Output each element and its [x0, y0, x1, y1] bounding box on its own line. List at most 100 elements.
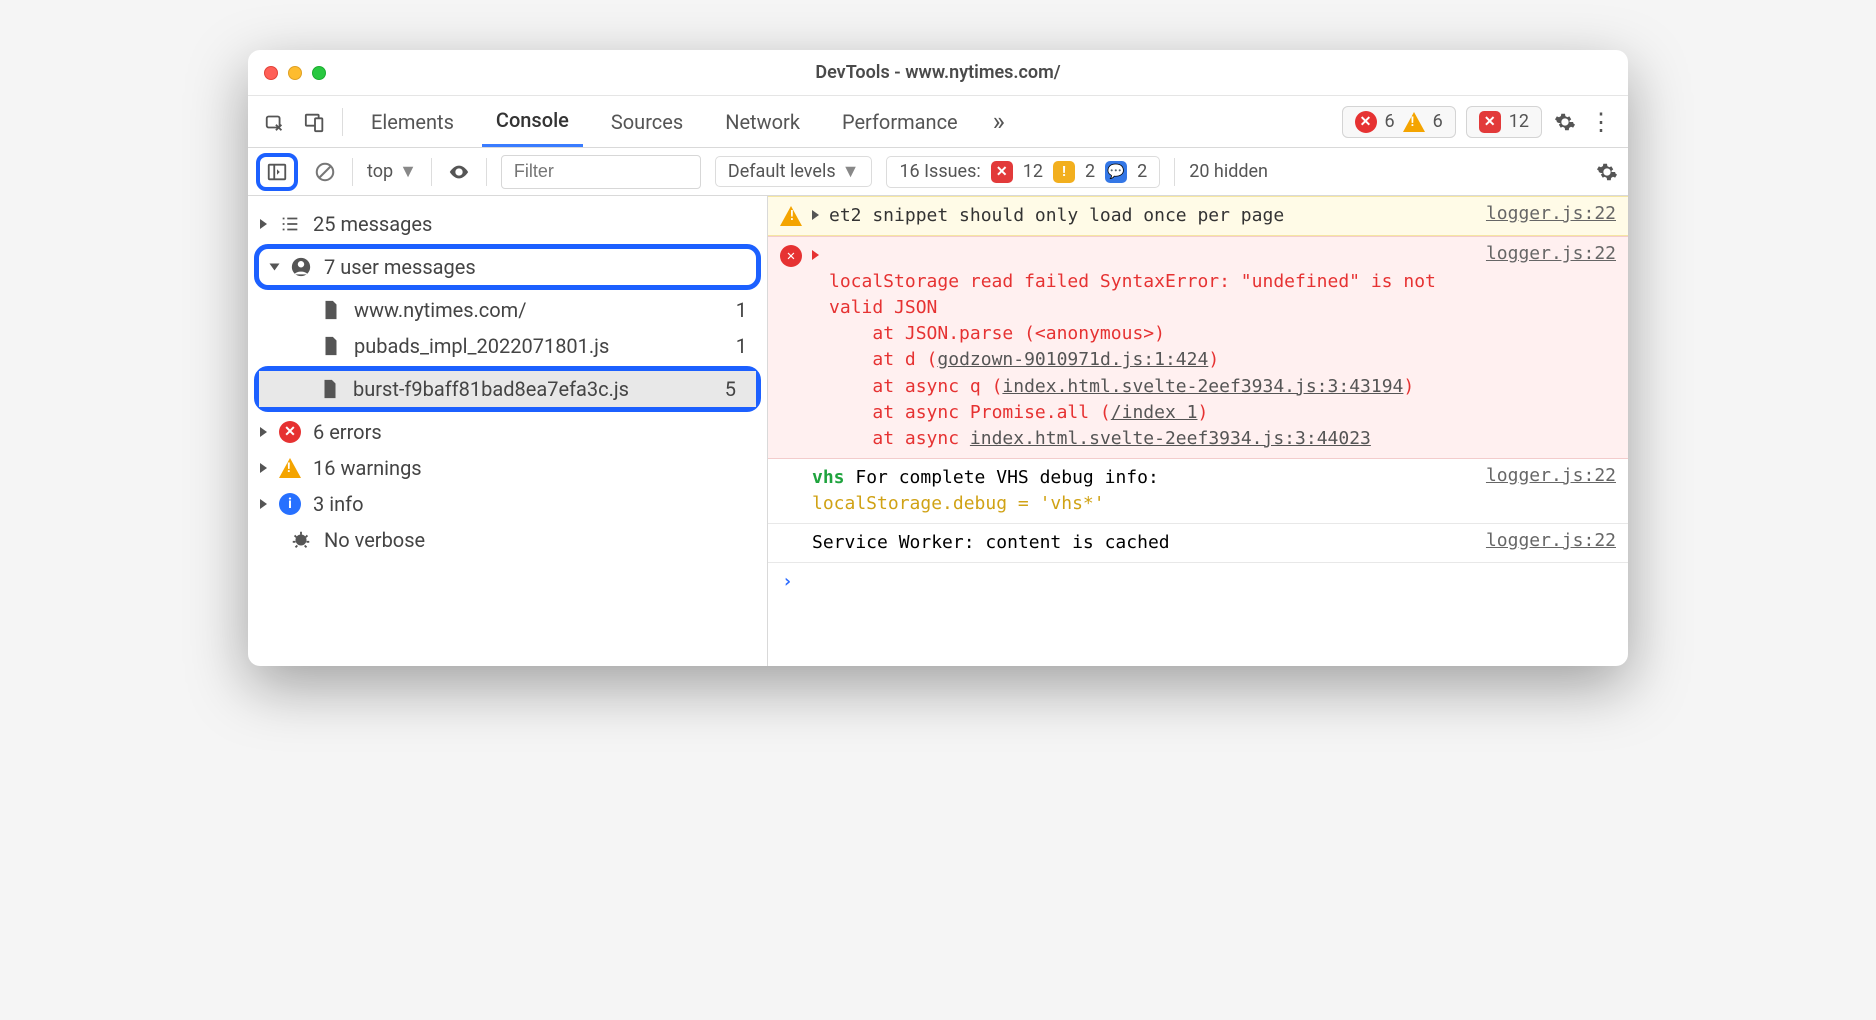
- panel-tabs: Elements Console Sources Network Perform…: [248, 96, 1628, 148]
- verbose-label: No verbose: [324, 528, 425, 552]
- sidebar-messages[interactable]: 25 messages: [248, 206, 767, 242]
- file-name: burst-f9baff81bad8ea7efa3c.js: [353, 377, 629, 401]
- warning-count: 6: [1433, 111, 1443, 132]
- console-content: 25 messages 7 user messages www.nytimes.…: [248, 196, 1628, 666]
- maximize-window-icon[interactable]: [312, 66, 326, 80]
- context-label: top: [367, 161, 393, 182]
- tab-sources[interactable]: Sources: [597, 96, 697, 147]
- file-name: www.nytimes.com/: [354, 298, 526, 322]
- warning-badge-icon: !: [1403, 112, 1425, 132]
- separator: [486, 158, 487, 186]
- stack-link[interactable]: index.html.svelte-2eef3934.js:3:43194: [1002, 376, 1403, 397]
- stack-link[interactable]: /index 1: [1111, 402, 1198, 423]
- log-source-link[interactable]: logger.js:22: [1486, 530, 1616, 551]
- clear-console-icon[interactable]: [312, 159, 338, 185]
- device-toolbar-icon[interactable]: [302, 109, 328, 135]
- expand-icon: [260, 499, 267, 509]
- console-sidebar: 25 messages 7 user messages www.nytimes.…: [248, 196, 768, 666]
- close-window-icon[interactable]: [264, 66, 278, 80]
- error-icon: ✕: [780, 245, 802, 267]
- sidebar-file-item[interactable]: www.nytimes.com/ 1: [248, 292, 767, 328]
- hidden-count[interactable]: 20 hidden: [1189, 161, 1268, 182]
- issues-summary[interactable]: 16 Issues: ✕ 12 ! 2 💬 2: [886, 156, 1160, 188]
- warning-icon: !: [780, 206, 802, 226]
- live-expression-icon[interactable]: [446, 159, 472, 185]
- messages-label: 25 messages: [313, 212, 432, 236]
- bug-icon: [290, 529, 312, 551]
- expand-icon: [270, 264, 280, 271]
- issues-warn-count: 2: [1085, 161, 1095, 182]
- tab-performance[interactable]: Performance: [828, 96, 972, 147]
- log-source-link[interactable]: logger.js:22: [1486, 203, 1616, 224]
- kebab-menu-icon[interactable]: ⋮: [1588, 109, 1614, 135]
- log-entry-info[interactable]: vhs For complete VHS debug info: localSt…: [768, 459, 1628, 524]
- error-badge-icon: ✕: [1355, 111, 1377, 133]
- separator: [1174, 158, 1175, 186]
- stack-link[interactable]: index.html.svelte-2eef3934.js:3:44023: [970, 428, 1371, 449]
- expand-icon: [812, 250, 819, 260]
- context-selector[interactable]: top ▼: [367, 161, 417, 182]
- log-levels-selector[interactable]: Default levels ▼: [715, 156, 873, 187]
- log-source-link[interactable]: logger.js:22: [1486, 243, 1616, 264]
- console-prompt[interactable]: ›: [768, 563, 1628, 600]
- log-source-link[interactable]: logger.js:22: [1486, 465, 1616, 486]
- separator: [352, 158, 353, 186]
- sidebar-file-item[interactable]: pubads_impl_2022071801.js 1: [248, 328, 767, 364]
- info-badge-icon: i: [279, 493, 301, 515]
- tab-network[interactable]: Network: [711, 96, 814, 147]
- sidebar-file-item[interactable]: burst-f9baff81bad8ea7efa3c.js 5: [259, 371, 756, 407]
- chevron-down-icon: ▼: [399, 161, 417, 182]
- file-name: pubads_impl_2022071801.js: [354, 334, 609, 358]
- sidebar-errors[interactable]: ✕ 6 errors: [248, 414, 767, 450]
- toggle-sidebar-highlight: [256, 153, 298, 191]
- error-warning-pill[interactable]: ✕ 6 ! 6: [1342, 106, 1456, 138]
- tab-elements[interactable]: Elements: [357, 96, 468, 147]
- separator: [431, 158, 432, 186]
- file-count: 1: [736, 334, 755, 358]
- stack-link[interactable]: godzown-9010971d.js:1:424: [937, 349, 1208, 370]
- errors-label: 6 errors: [313, 420, 382, 444]
- sidebar-verbose[interactable]: No verbose: [248, 522, 767, 558]
- minimize-window-icon[interactable]: [288, 66, 302, 80]
- filter-input[interactable]: [501, 155, 701, 189]
- user-messages-label[interactable]: 7 user messages: [324, 255, 476, 279]
- devtools-window: DevTools - www.nytimes.com/ Elements Con…: [248, 50, 1628, 666]
- sidebar-warnings[interactable]: ! 16 warnings: [248, 450, 767, 486]
- sidebar-user-messages-highlight: 7 user messages: [254, 244, 761, 290]
- log-entry-error[interactable]: ✕ localStorage read failed SyntaxError: …: [768, 236, 1628, 459]
- levels-label: Default levels: [728, 161, 836, 182]
- expand-icon: [260, 219, 267, 229]
- sidebar-file-highlight: burst-f9baff81bad8ea7efa3c.js 5: [254, 366, 761, 412]
- issues-info-count: 2: [1137, 161, 1147, 182]
- window-title: DevTools - www.nytimes.com/: [248, 62, 1628, 83]
- file-icon: [320, 335, 342, 357]
- console-toolbar: top ▼ Default levels ▼ 16 Issues: ✕ 12 !…: [248, 148, 1628, 196]
- expand-icon: [260, 427, 267, 437]
- file-count: 5: [725, 377, 744, 401]
- log-entry-info[interactable]: Service Worker: content is cached logger…: [768, 524, 1628, 563]
- separator: [342, 108, 343, 136]
- log-entry-warning[interactable]: ! et2 snippet should only load once per …: [768, 196, 1628, 236]
- titlebar: DevTools - www.nytimes.com/: [248, 50, 1628, 96]
- error-badge-icon: ✕: [279, 421, 301, 443]
- tab-console[interactable]: Console: [482, 96, 583, 147]
- file-count: 1: [736, 298, 755, 322]
- file-icon: [320, 299, 342, 321]
- console-settings-gear-icon[interactable]: [1594, 159, 1620, 185]
- more-tabs-icon[interactable]: »: [986, 109, 1012, 135]
- issues-info-icon: 💬: [1105, 161, 1127, 183]
- toggle-sidebar-icon[interactable]: [264, 159, 290, 185]
- warning-badge-icon: !: [279, 458, 301, 478]
- issues-pill[interactable]: ✕ 12: [1466, 106, 1542, 138]
- log-message: localStorage read failed SyntaxError: "u…: [829, 243, 1476, 452]
- issues-error-count: 12: [1023, 161, 1043, 182]
- chevron-down-icon: ▼: [842, 161, 860, 182]
- expand-icon: [260, 463, 267, 473]
- file-icon: [319, 378, 341, 400]
- error-count: 6: [1385, 111, 1395, 132]
- sidebar-info[interactable]: i 3 info: [248, 486, 767, 522]
- issues-label: 16 Issues:: [899, 161, 980, 182]
- settings-gear-icon[interactable]: [1552, 109, 1578, 135]
- warnings-label: 16 warnings: [313, 456, 422, 480]
- inspect-element-icon[interactable]: [262, 109, 288, 135]
